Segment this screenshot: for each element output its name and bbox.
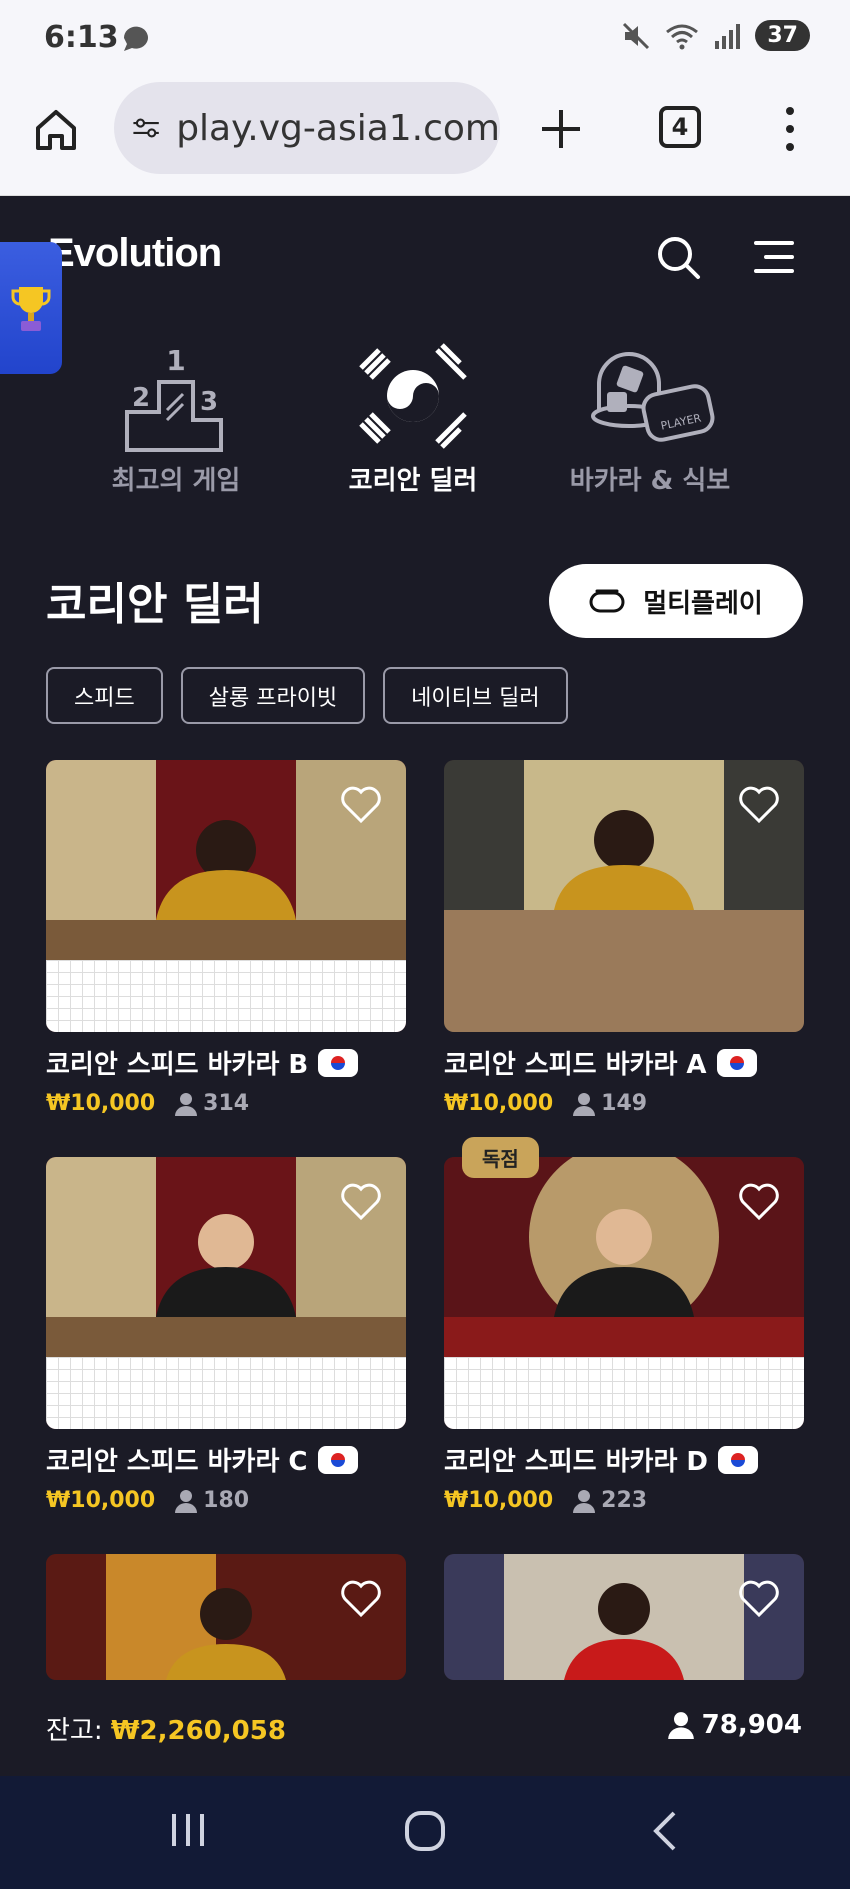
- messenger-icon: [123, 26, 148, 51]
- taegeuk-icon: [359, 343, 467, 449]
- category-korean-dealer[interactable]: 코리안 딜러: [303, 340, 523, 497]
- baccarat-roadmap: [46, 960, 406, 1032]
- multiplay-label: 멀티플레이: [643, 588, 763, 619]
- category-label: 최고의 게임: [111, 466, 241, 496]
- site-settings-icon[interactable]: [132, 112, 160, 144]
- browser-toolbar: play.vg-asia1.com 4: [0, 80, 850, 196]
- tab-switcher-button[interactable]: 4: [659, 106, 701, 148]
- battery-indicator: 37: [755, 20, 810, 51]
- section-title: 코리안 딜러: [46, 579, 264, 630]
- home-icon[interactable]: [32, 106, 80, 154]
- svg-text:1: 1: [166, 344, 185, 377]
- game-card[interactable]: 코리안 스피드 바카라 C ₩10,000 180: [46, 1157, 406, 1513]
- game-thumbnail[interactable]: [46, 760, 406, 1032]
- korea-flag-icon: [716, 1048, 757, 1077]
- player-count: 223: [573, 1488, 647, 1513]
- evolution-logo[interactable]: Evolution: [48, 231, 222, 276]
- game-card[interactable]: 코리안 스피드 바카라 B ₩10,000 314: [46, 760, 406, 1116]
- game-card[interactable]: [444, 1554, 804, 1680]
- svg-text:2: 2: [132, 383, 150, 413]
- favorite-heart-icon[interactable]: [738, 786, 780, 824]
- game-card[interactable]: 코리안 스피드 바카라 A ₩10,000 149: [444, 760, 804, 1116]
- korea-flag-icon: [317, 1445, 358, 1474]
- address-bar[interactable]: play.vg-asia1.com: [114, 82, 500, 174]
- user-icon: [573, 1489, 596, 1513]
- user-icon: [175, 1489, 198, 1513]
- filter-chip-speed[interactable]: 스피드: [46, 667, 163, 724]
- min-bet: ₩10,000: [46, 1091, 156, 1116]
- game-thumbnail[interactable]: [46, 1157, 406, 1429]
- player-count: 149: [573, 1091, 647, 1116]
- category-top-games[interactable]: 1 2 3 최고의 게임: [66, 340, 286, 497]
- balance: 잔고: ₩2,260,058: [46, 1716, 286, 1746]
- game-title: 코리안 스피드 바카라 B: [46, 1044, 406, 1081]
- game-thumbnail[interactable]: [444, 760, 804, 1032]
- game-title: 코리안 스피드 바카라 A: [444, 1044, 804, 1081]
- more-menu-icon[interactable]: [780, 104, 800, 154]
- category-label: 바카라 & 식보: [569, 466, 731, 496]
- min-bet: ₩10,000: [46, 1488, 156, 1513]
- game-card[interactable]: 독점 코리안 스피드 바카라 D ₩10,000 223: [444, 1137, 804, 1513]
- url-text: play.vg-asia1.com: [176, 107, 500, 149]
- category-label: 코리안 딜러: [348, 466, 478, 496]
- user-icon: [667, 1712, 694, 1739]
- category-baccarat-sicbo[interactable]: PLAYER 바카라 & 식보: [540, 340, 760, 497]
- filter-chip-salon-prive[interactable]: 살롱 프라이빗: [180, 667, 366, 724]
- multiplay-button[interactable]: 멀티플레이: [549, 564, 803, 638]
- favorite-heart-icon[interactable]: [340, 1580, 382, 1618]
- favorite-heart-icon[interactable]: [340, 1183, 382, 1221]
- game-thumbnail[interactable]: [444, 1157, 804, 1429]
- new-tab-icon[interactable]: [536, 104, 586, 154]
- app-header: Evolution: [0, 197, 850, 317]
- game-thumbnail[interactable]: [444, 1554, 804, 1680]
- trophy-icon: [11, 287, 51, 331]
- favorite-heart-icon[interactable]: [738, 1580, 780, 1618]
- dice-icon: PLAYER: [591, 352, 715, 442]
- status-time: 6:13: [44, 20, 119, 55]
- system-nav-bar: [0, 1776, 850, 1889]
- online-players: 78,904: [667, 1710, 802, 1740]
- balance-value: ₩2,260,058: [110, 1716, 286, 1746]
- podium-icon: 1 2 3: [125, 344, 223, 452]
- baccarat-roadmap: [444, 1357, 804, 1429]
- back-icon[interactable]: [650, 1810, 680, 1852]
- mute-icon: [623, 22, 650, 49]
- balance-bar: 잔고: ₩2,260,058 78,904: [0, 1680, 850, 1776]
- filter-chip-native-dealer[interactable]: 네이티브 딜러: [383, 667, 568, 724]
- korea-flag-icon: [318, 1048, 359, 1077]
- wifi-icon: [666, 24, 699, 49]
- game-title: 코리안 스피드 바카라 C: [46, 1441, 406, 1478]
- user-icon: [175, 1092, 198, 1116]
- favorite-heart-icon[interactable]: [340, 786, 382, 824]
- svg-text:3: 3: [200, 387, 218, 417]
- player-count: 180: [175, 1488, 249, 1513]
- game-thumbnail[interactable]: [46, 1554, 406, 1680]
- exclusive-badge: 독점: [462, 1137, 539, 1178]
- home-button-icon[interactable]: [404, 1810, 446, 1852]
- recent-apps-icon[interactable]: [168, 1810, 208, 1850]
- game-card[interactable]: [46, 1554, 406, 1680]
- korea-flag-icon: [718, 1445, 759, 1474]
- game-title: 코리안 스피드 바카라 D: [444, 1441, 804, 1478]
- user-icon: [573, 1092, 596, 1116]
- min-bet: ₩10,000: [444, 1488, 554, 1513]
- signal-icon: [715, 23, 741, 49]
- filter-chips: 스피드 살롱 프라이빗 네이티브 딜러: [46, 667, 568, 724]
- search-icon[interactable]: [654, 233, 702, 281]
- baccarat-roadmap: [46, 1357, 406, 1429]
- favorite-heart-icon[interactable]: [738, 1183, 780, 1221]
- multiplay-icon: [589, 589, 625, 613]
- min-bet: ₩10,000: [444, 1091, 554, 1116]
- menu-icon[interactable]: [752, 235, 796, 279]
- status-bar: 6:13 37: [0, 0, 850, 80]
- category-nav: 1 2 3 최고의 게임 코리안 딜러 PLAYER 바카라 & 식보: [0, 340, 850, 510]
- player-count: 314: [175, 1091, 249, 1116]
